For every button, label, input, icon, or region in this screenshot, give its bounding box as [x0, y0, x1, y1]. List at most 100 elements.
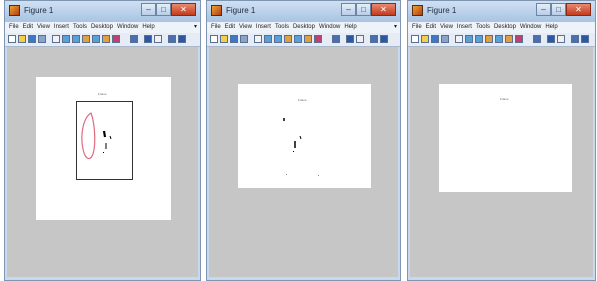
menu-edit[interactable]: Edit: [23, 22, 33, 33]
menu-overflow-icon[interactable]: ▾: [394, 22, 397, 33]
hide-tools-icon[interactable]: [168, 35, 176, 43]
menu-window[interactable]: Window: [117, 22, 138, 33]
close-button[interactable]: ✕: [371, 3, 396, 16]
open-file-icon[interactable]: [421, 35, 429, 43]
figure-subtitle: ·· ··: [100, 97, 104, 99]
figure-window-2[interactable]: Figure 1 – □ ✕ File Edit View Insert Tools De…: [206, 0, 401, 281]
zoom-in-icon[interactable]: [465, 35, 473, 43]
minimize-button[interactable]: –: [536, 3, 551, 16]
menu-bar: File Edit View Insert Tools Desktop Window Help…: [207, 22, 400, 33]
show-tools-icon[interactable]: [178, 35, 186, 43]
pan-icon[interactable]: [485, 35, 493, 43]
menu-edit[interactable]: Edit: [225, 22, 235, 33]
new-figure-icon[interactable]: [8, 35, 16, 43]
zoom-out-icon[interactable]: [72, 35, 80, 43]
new-figure-icon[interactable]: [411, 35, 419, 43]
figure-canvas: Frame ·· ··: [439, 84, 572, 192]
menu-insert[interactable]: Insert: [54, 22, 69, 33]
colorbar-icon[interactable]: [346, 35, 354, 43]
figure-window-1[interactable]: Figure 1 – □ ✕ File Edit View Insert Tools De…: [4, 0, 201, 281]
close-button[interactable]: ✕: [566, 3, 591, 16]
menu-desktop[interactable]: Desktop: [91, 22, 113, 33]
title-bar[interactable]: Figure 1 – □ ✕: [408, 1, 595, 22]
menu-tools[interactable]: Tools: [275, 22, 289, 33]
save-icon[interactable]: [230, 35, 238, 43]
save-icon[interactable]: [431, 35, 439, 43]
brush-icon[interactable]: [314, 35, 322, 43]
menu-view[interactable]: View: [440, 22, 453, 33]
open-file-icon[interactable]: [220, 35, 228, 43]
close-button[interactable]: ✕: [171, 3, 196, 16]
menu-file[interactable]: File: [412, 22, 422, 33]
menu-overflow-icon[interactable]: ▾: [194, 22, 197, 33]
minimize-button[interactable]: –: [141, 3, 156, 16]
zoom-in-icon[interactable]: [264, 35, 272, 43]
menu-help[interactable]: Help: [142, 22, 154, 33]
hide-tools-icon[interactable]: [571, 35, 579, 43]
title-bar[interactable]: Figure 1 – □ ✕: [207, 1, 400, 22]
menu-desktop[interactable]: Desktop: [494, 22, 516, 33]
rotate-icon[interactable]: [92, 35, 100, 43]
print-icon[interactable]: [38, 35, 46, 43]
pan-icon[interactable]: [284, 35, 292, 43]
new-figure-icon[interactable]: [210, 35, 218, 43]
menu-view[interactable]: View: [37, 22, 50, 33]
show-tools-icon[interactable]: [581, 35, 589, 43]
menu-file[interactable]: File: [211, 22, 221, 33]
print-icon[interactable]: [240, 35, 248, 43]
rotate-icon[interactable]: [294, 35, 302, 43]
pointer-icon[interactable]: [254, 35, 262, 43]
legend-icon[interactable]: [154, 35, 162, 43]
black-dot: [103, 152, 104, 153]
figure-area: Frame ·· ··: [209, 47, 398, 277]
brush-icon[interactable]: [112, 35, 120, 43]
link-icon[interactable]: [533, 35, 541, 43]
menu-window[interactable]: Window: [319, 22, 340, 33]
black-stroke: [102, 130, 107, 138]
red-outline-stroke: [81, 112, 96, 160]
zoom-out-icon[interactable]: [274, 35, 282, 43]
menu-view[interactable]: View: [239, 22, 252, 33]
menu-help[interactable]: Help: [344, 22, 356, 33]
title-bar[interactable]: Figure 1 – □ ✕: [5, 1, 200, 22]
data-cursor-icon[interactable]: [102, 35, 110, 43]
menu-insert[interactable]: Insert: [457, 22, 472, 33]
plot-axes[interactable]: [76, 101, 133, 180]
colorbar-icon[interactable]: [144, 35, 152, 43]
menu-tools[interactable]: Tools: [73, 22, 87, 33]
save-icon[interactable]: [28, 35, 36, 43]
maximize-button[interactable]: □: [156, 3, 171, 16]
colorbar-icon[interactable]: [547, 35, 555, 43]
figure-title: Frame: [500, 97, 509, 101]
menu-edit[interactable]: Edit: [426, 22, 436, 33]
menu-help[interactable]: Help: [545, 22, 557, 33]
pointer-icon[interactable]: [52, 35, 60, 43]
pan-icon[interactable]: [82, 35, 90, 43]
menu-tools[interactable]: Tools: [476, 22, 490, 33]
data-cursor-icon[interactable]: [304, 35, 312, 43]
figure-area: Frame ·· ··: [410, 47, 593, 277]
link-icon[interactable]: [130, 35, 138, 43]
zoom-out-icon[interactable]: [475, 35, 483, 43]
hide-tools-icon[interactable]: [370, 35, 378, 43]
plot-content: [283, 118, 319, 176]
minimize-button[interactable]: –: [341, 3, 356, 16]
menu-window[interactable]: Window: [520, 22, 541, 33]
zoom-in-icon[interactable]: [62, 35, 70, 43]
rotate-icon[interactable]: [495, 35, 503, 43]
menu-insert[interactable]: Insert: [256, 22, 271, 33]
maximize-button[interactable]: □: [356, 3, 371, 16]
legend-icon[interactable]: [557, 35, 565, 43]
open-file-icon[interactable]: [18, 35, 26, 43]
show-tools-icon[interactable]: [380, 35, 388, 43]
menu-file[interactable]: File: [9, 22, 19, 33]
data-cursor-icon[interactable]: [505, 35, 513, 43]
brush-icon[interactable]: [515, 35, 523, 43]
figure-window-3[interactable]: Figure 1 – □ ✕ File Edit View Insert Tools De…: [407, 0, 596, 281]
maximize-button[interactable]: □: [551, 3, 566, 16]
pointer-icon[interactable]: [455, 35, 463, 43]
link-icon[interactable]: [332, 35, 340, 43]
print-icon[interactable]: [441, 35, 449, 43]
menu-desktop[interactable]: Desktop: [293, 22, 315, 33]
legend-icon[interactable]: [356, 35, 364, 43]
